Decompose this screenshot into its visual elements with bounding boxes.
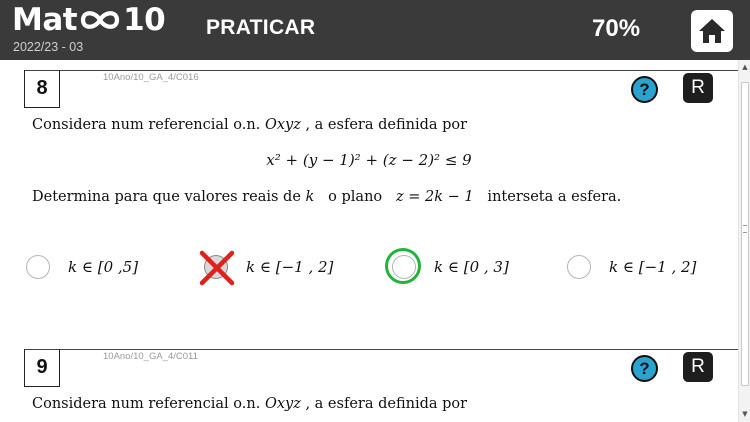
question-prompt: Determina para que valores reais de k o …: [32, 189, 621, 205]
formula-text: x² + (y − 1)² + (z − 2)² ≤ 9: [266, 151, 472, 169]
mode-title: PRATICAR: [206, 16, 316, 39]
plane-equation: z = 2k − 1: [395, 189, 474, 205]
correct-answer-ring: [385, 248, 421, 284]
vertical-scrollbar[interactable]: ▲ ▼: [738, 60, 750, 422]
radio-button[interactable]: [26, 255, 50, 279]
home-icon: [699, 19, 725, 43]
exercise-list[interactable]: 8 10Ano/10_GA_4/C016 ? R Considera num r…: [0, 60, 738, 422]
wrong-answer-cross-icon: [199, 250, 235, 286]
option-label: k ∈ [−1 , 2]: [246, 258, 334, 276]
progress-percent: 70%: [592, 15, 641, 42]
intro-text-end: , a esfera definida por: [305, 117, 468, 133]
option-label: k ∈ [0 ,5]: [68, 258, 139, 276]
prompt-text-end: interseta a esfera.: [478, 189, 622, 205]
app-logo: Mat 10: [12, 2, 166, 38]
app-header: Mat 10 2022/23 - 03 PRATICAR 70%: [0, 0, 750, 60]
prompt-text-mid: o plano: [318, 189, 392, 205]
question-code: 10Ano/10_GA_4/C016: [103, 72, 199, 83]
question-intro: Considera num referencial o.n. Oxyz , a …: [32, 396, 467, 412]
resolution-button[interactable]: R: [683, 352, 713, 382]
home-button[interactable]: [691, 10, 733, 52]
option-label: k ∈ [−1 , 2]: [609, 258, 697, 276]
prompt-variable: k: [305, 189, 315, 205]
question-card: 8 10Ano/10_GA_4/C016 ? R Considera num r…: [0, 70, 738, 340]
scrollbar-grip-icon: [743, 225, 747, 233]
option-label: k ∈ [0 , 3]: [434, 258, 509, 276]
question-number: 8: [24, 70, 60, 108]
intro-math: Oxyz: [264, 117, 301, 133]
question-card: 9 10Ano/10_GA_4/C011 ? R Considera num r…: [0, 349, 738, 422]
scroll-down-arrow-icon[interactable]: ▼: [741, 410, 749, 418]
infinity-icon: [80, 11, 120, 29]
answer-option-2[interactable]: k ∈ [−1 , 2]: [199, 250, 334, 286]
sphere-formula: x² + (y − 1)² + (z − 2)² ≤ 9: [0, 151, 738, 169]
logo-text-right: 10: [123, 2, 166, 38]
school-year: 2022/23 - 03: [13, 40, 84, 54]
question-divider: [24, 349, 738, 350]
help-button[interactable]: ?: [631, 76, 658, 103]
scroll-up-arrow-icon[interactable]: ▲: [741, 63, 749, 71]
radio-button-selected[interactable]: [199, 250, 235, 286]
intro-text: Considera num referencial o.n.: [32, 396, 265, 412]
question-code: 10Ano/10_GA_4/C011: [103, 351, 198, 362]
scrollbar-thumb[interactable]: [741, 82, 749, 386]
radio-button[interactable]: [567, 255, 591, 279]
prompt-text: Determina para que valores reais de: [32, 189, 306, 205]
answer-option-3[interactable]: k ∈ [0 , 3]: [385, 248, 509, 284]
intro-math: Oxyz: [264, 396, 301, 412]
answer-option-1[interactable]: k ∈ [0 ,5]: [26, 250, 138, 284]
intro-text: Considera num referencial o.n.: [32, 117, 265, 133]
help-button[interactable]: ?: [631, 355, 658, 382]
question-divider: [24, 70, 738, 71]
answer-option-4[interactable]: k ∈ [−1 , 2]: [567, 250, 696, 284]
resolution-button[interactable]: R: [683, 73, 713, 103]
question-intro: Considera num referencial o.n. Oxyz , a …: [32, 117, 467, 133]
intro-text-end: , a esfera definida por: [305, 396, 468, 412]
radio-button[interactable]: [385, 248, 421, 284]
question-number: 9: [24, 349, 60, 387]
logo-text-left: Mat: [12, 2, 78, 38]
